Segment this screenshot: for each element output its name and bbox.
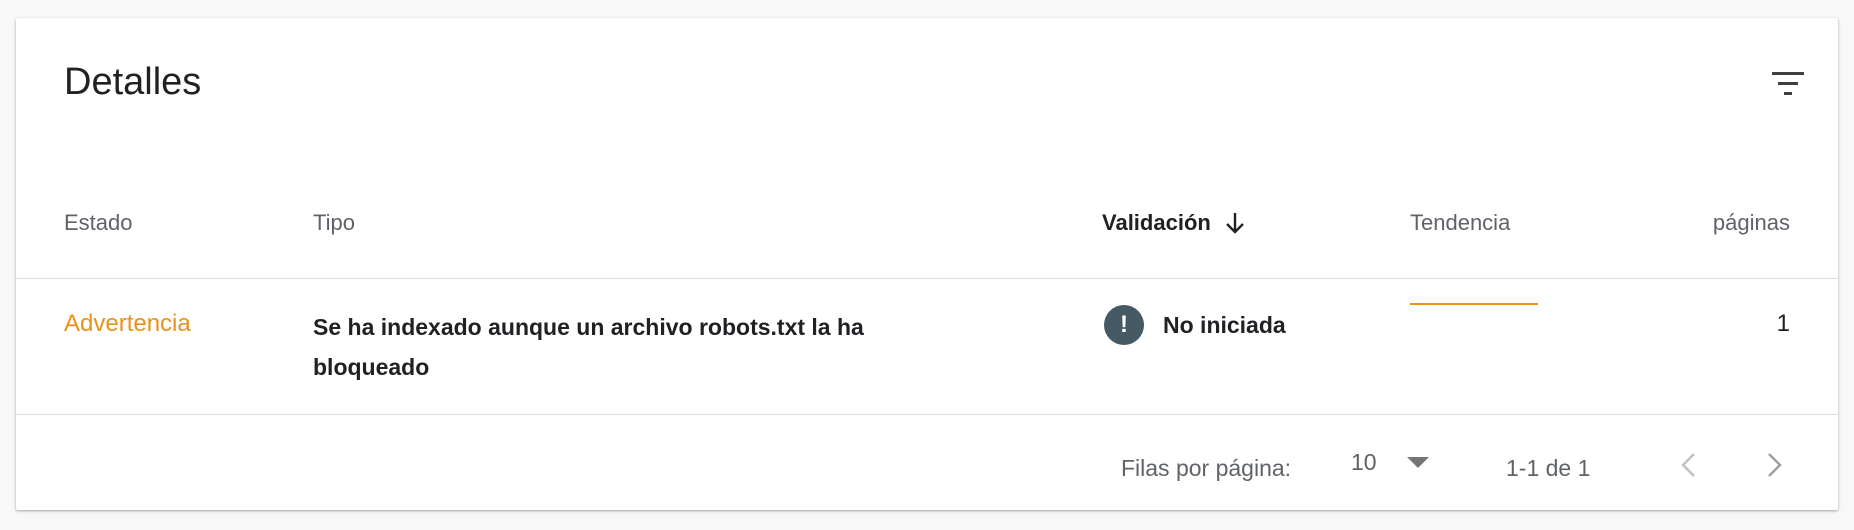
chevron-left-icon bbox=[1681, 453, 1695, 477]
column-header-tendencia[interactable]: Tendencia bbox=[1410, 210, 1510, 236]
card-title: Detalles bbox=[64, 61, 202, 103]
column-header-tipo[interactable]: Tipo bbox=[313, 210, 355, 236]
type-cell: Se ha indexado aunque un archivo robots.… bbox=[313, 314, 864, 380]
table-header-row: Estado Tipo Validación Tendencia páginas bbox=[16, 188, 1838, 279]
pages-count-cell: 1 bbox=[1776, 310, 1790, 337]
arrow-down-icon bbox=[1225, 213, 1244, 234]
validation-status: No iniciada bbox=[1163, 311, 1286, 338]
next-page-button[interactable] bbox=[1753, 443, 1797, 487]
rows-per-page-value: 10 bbox=[1351, 449, 1377, 475]
column-header-paginas[interactable]: páginas bbox=[1713, 210, 1790, 236]
column-header-validacion-label: Validación bbox=[1102, 210, 1211, 235]
validation-cell: ! No iniciada bbox=[1104, 305, 1286, 345]
exclamation-circle-icon: ! bbox=[1104, 305, 1144, 345]
filter-list-icon bbox=[1772, 72, 1804, 95]
dropdown-arrow-icon bbox=[1406, 456, 1429, 468]
pagination-footer: Filas por página: 10 1-1 de 1 bbox=[16, 415, 1838, 510]
chevron-right-icon bbox=[1768, 453, 1782, 477]
table-row[interactable]: Advertencia Se ha indexado aunque un arc… bbox=[16, 279, 1838, 415]
column-header-validacion[interactable]: Validación bbox=[1102, 210, 1245, 236]
previous-page-button[interactable] bbox=[1666, 443, 1710, 487]
status-cell: Advertencia bbox=[64, 310, 191, 337]
pagination-range: 1-1 de 1 bbox=[1506, 455, 1591, 481]
filter-button[interactable] bbox=[1762, 60, 1814, 108]
details-card: Detalles Estado Tipo Validación Tendenci… bbox=[16, 18, 1838, 510]
rows-per-page-select[interactable]: 10 bbox=[1351, 449, 1429, 476]
trend-sparkline bbox=[1410, 303, 1538, 305]
column-header-estado[interactable]: Estado bbox=[64, 210, 133, 236]
rows-per-page-label: Filas por página: bbox=[1121, 455, 1292, 481]
